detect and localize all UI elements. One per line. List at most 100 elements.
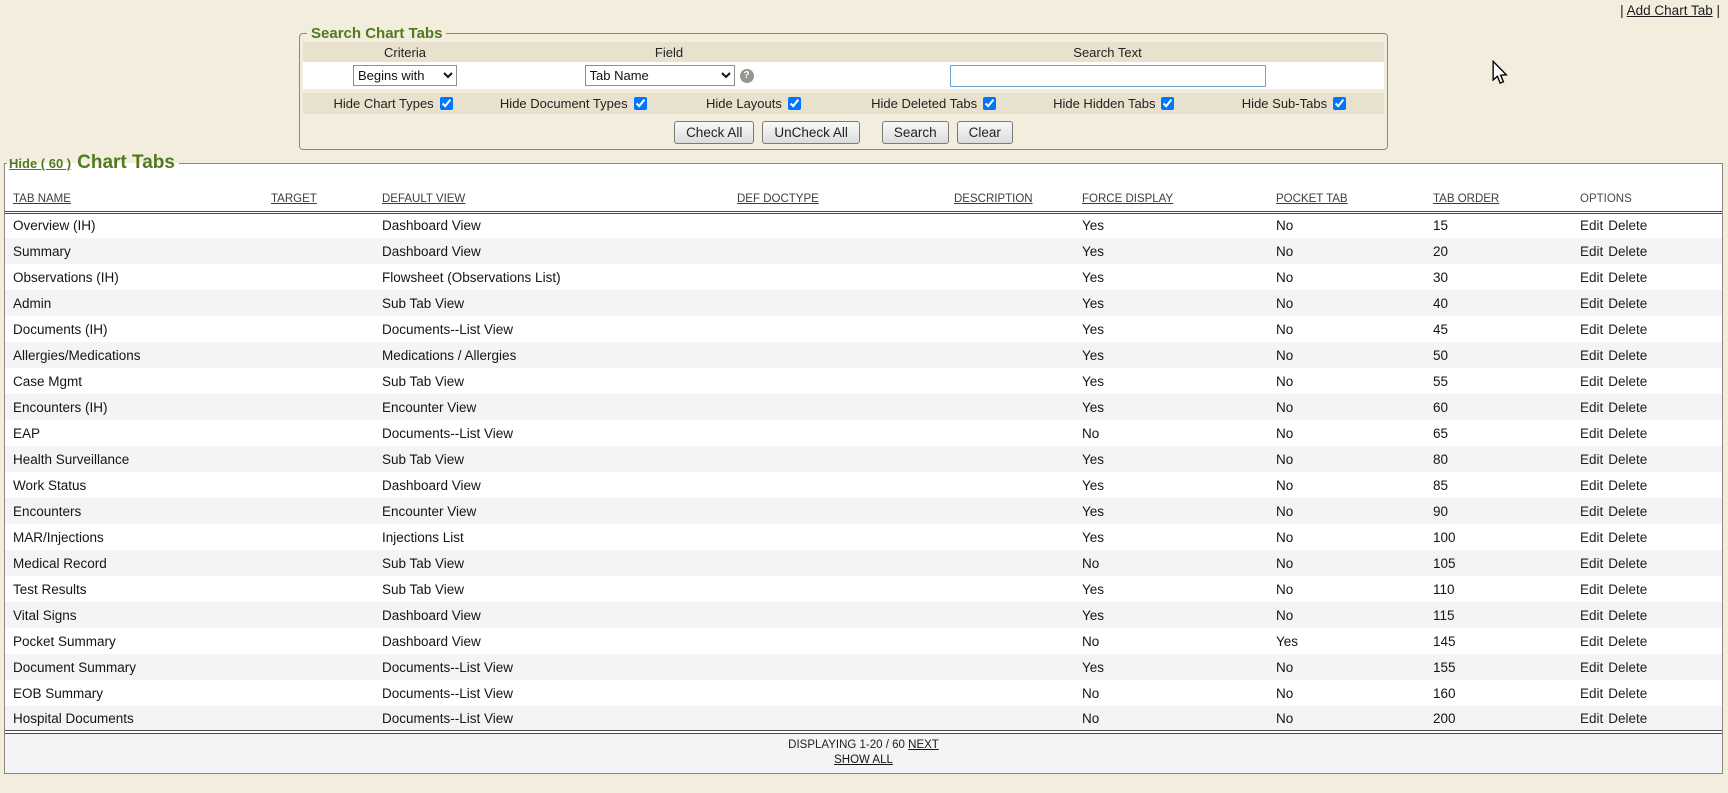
hide-document-types-checkbox[interactable] — [634, 97, 647, 110]
cell-tab-order: 110 — [1425, 576, 1572, 602]
delete-link[interactable]: Delete — [1608, 608, 1647, 623]
column-header-pocket-tab[interactable]: POCKET TAB — [1276, 193, 1348, 205]
hide-hidden-tabs-checkbox[interactable] — [1161, 97, 1174, 110]
edit-link[interactable]: Edit — [1580, 426, 1603, 441]
cell-tab-name: Vital Signs — [5, 602, 263, 628]
hide-layouts-checkbox[interactable] — [788, 97, 801, 110]
cell-description — [946, 446, 1074, 472]
edit-link[interactable]: Edit — [1580, 452, 1603, 467]
cell-def-doctype — [729, 524, 946, 550]
hide-chart-types-checkbox[interactable] — [440, 97, 453, 110]
search-chart-tabs-panel: Search Chart Tabs Criteria Field Search … — [299, 25, 1388, 150]
column-header-default-view[interactable]: DEFAULT VIEW — [382, 193, 465, 205]
edit-link[interactable]: Edit — [1580, 270, 1603, 285]
cell-description — [946, 524, 1074, 550]
column-header-force-display[interactable]: FORCE DISPLAY — [1082, 193, 1173, 205]
criteria-select[interactable]: Begins with — [353, 65, 457, 86]
delete-link[interactable]: Delete — [1608, 296, 1647, 311]
cell-description — [946, 680, 1074, 706]
hide-sub-tabs-checkbox[interactable] — [1333, 97, 1346, 110]
chart-tab-row: Vital Signs Dashboard View Yes No 115 Ed… — [5, 602, 1722, 628]
delete-link[interactable]: Delete — [1608, 218, 1647, 233]
help-icon[interactable]: ? — [740, 69, 754, 83]
chart-tab-row: Summary Dashboard View Yes No 20 EditDel… — [5, 238, 1722, 264]
delete-link[interactable]: Delete — [1608, 244, 1647, 259]
cell-tab-name: Medical Record — [5, 550, 263, 576]
hide-deleted-tabs-label: Hide Deleted Tabs — [871, 96, 977, 111]
delete-link[interactable]: Delete — [1608, 582, 1647, 597]
edit-link[interactable]: Edit — [1580, 608, 1603, 623]
column-header-target[interactable]: TARGET — [271, 193, 317, 205]
edit-link[interactable]: Edit — [1580, 218, 1603, 233]
delete-link[interactable]: Delete — [1608, 426, 1647, 441]
edit-link[interactable]: Edit — [1580, 322, 1603, 337]
column-header-tab-name[interactable]: TAB NAME — [13, 193, 71, 205]
delete-link[interactable]: Delete — [1608, 711, 1647, 726]
hide-count-link[interactable]: Hide ( 60 ) — [9, 156, 71, 171]
cell-pocket-tab: No — [1268, 290, 1425, 316]
cell-options: Edit Delete — [1572, 472, 1722, 498]
field-select[interactable]: Tab Name — [585, 65, 735, 86]
cell-pocket-tab: No — [1268, 316, 1425, 342]
delete-link[interactable]: Delete — [1608, 270, 1647, 285]
delete-link[interactable]: Delete — [1608, 400, 1647, 415]
delete-link[interactable]: Delete — [1608, 478, 1647, 493]
delete-link[interactable]: Delete — [1608, 322, 1647, 337]
cell-description — [946, 264, 1074, 290]
delete-link[interactable]: Delete — [1608, 634, 1647, 649]
cell-force-display: Yes — [1074, 472, 1268, 498]
cell-def-doctype — [729, 628, 946, 654]
hide-sub-tabs-item: Hide Sub-Tabs — [1204, 96, 1384, 111]
cell-def-doctype — [729, 550, 946, 576]
column-header-def-doctype[interactable]: DEF DOCTYPE — [737, 193, 819, 205]
clear-button[interactable]: Clear — [957, 121, 1013, 144]
edit-link[interactable]: Edit — [1580, 400, 1603, 415]
edit-link[interactable]: Edit — [1580, 478, 1603, 493]
cell-tab-name: Health Surveillance — [5, 446, 263, 472]
hide-deleted-tabs-checkbox[interactable] — [983, 97, 996, 110]
cell-force-display: Yes — [1074, 576, 1268, 602]
chart-tab-row: Document Summary Documents--List View Ye… — [5, 654, 1722, 680]
edit-link[interactable]: Edit — [1580, 374, 1603, 389]
delete-link[interactable]: Delete — [1608, 530, 1647, 545]
grid-footer-row: DISPLAYING 1-20 / 60 NEXT SHOW ALL — [5, 732, 1722, 773]
pipe-separator: | — [1620, 3, 1624, 18]
next-page-link[interactable]: NEXT — [908, 739, 939, 751]
cell-pocket-tab: No — [1268, 576, 1425, 602]
edit-link[interactable]: Edit — [1580, 348, 1603, 363]
delete-link[interactable]: Delete — [1608, 660, 1647, 675]
delete-link[interactable]: Delete — [1608, 556, 1647, 571]
edit-link[interactable]: Edit — [1580, 530, 1603, 545]
edit-link[interactable]: Edit — [1580, 711, 1603, 726]
cell-default-view: Dashboard View — [374, 628, 729, 654]
edit-link[interactable]: Edit — [1580, 504, 1603, 519]
cell-force-display: No — [1074, 420, 1268, 446]
delete-link[interactable]: Delete — [1608, 686, 1647, 701]
edit-link[interactable]: Edit — [1580, 634, 1603, 649]
column-header-tab-order[interactable]: TAB ORDER — [1433, 193, 1499, 205]
cell-pocket-tab: No — [1268, 602, 1425, 628]
search-button[interactable]: Search — [882, 121, 949, 144]
check-all-button[interactable]: Check All — [674, 121, 754, 144]
add-chart-tab-link[interactable]: Add Chart Tab — [1627, 3, 1713, 18]
delete-link[interactable]: Delete — [1608, 452, 1647, 467]
uncheck-all-button[interactable]: UnCheck All — [762, 121, 860, 144]
cell-tab-name: Documents (IH) — [5, 316, 263, 342]
edit-link[interactable]: Edit — [1580, 556, 1603, 571]
edit-link[interactable]: Edit — [1580, 582, 1603, 597]
edit-link[interactable]: Edit — [1580, 296, 1603, 311]
cell-pocket-tab: No — [1268, 680, 1425, 706]
cell-tab-order: 100 — [1425, 524, 1572, 550]
delete-link[interactable]: Delete — [1608, 348, 1647, 363]
column-header-description[interactable]: DESCRIPTION — [954, 193, 1033, 205]
show-all-link[interactable]: SHOW ALL — [834, 754, 893, 766]
delete-link[interactable]: Delete — [1608, 374, 1647, 389]
edit-link[interactable]: Edit — [1580, 244, 1603, 259]
cell-target — [263, 290, 374, 316]
search-text-input[interactable] — [950, 65, 1266, 87]
cell-description — [946, 290, 1074, 316]
edit-link[interactable]: Edit — [1580, 660, 1603, 675]
delete-link[interactable]: Delete — [1608, 504, 1647, 519]
edit-link[interactable]: Edit — [1580, 686, 1603, 701]
cell-force-display: Yes — [1074, 264, 1268, 290]
